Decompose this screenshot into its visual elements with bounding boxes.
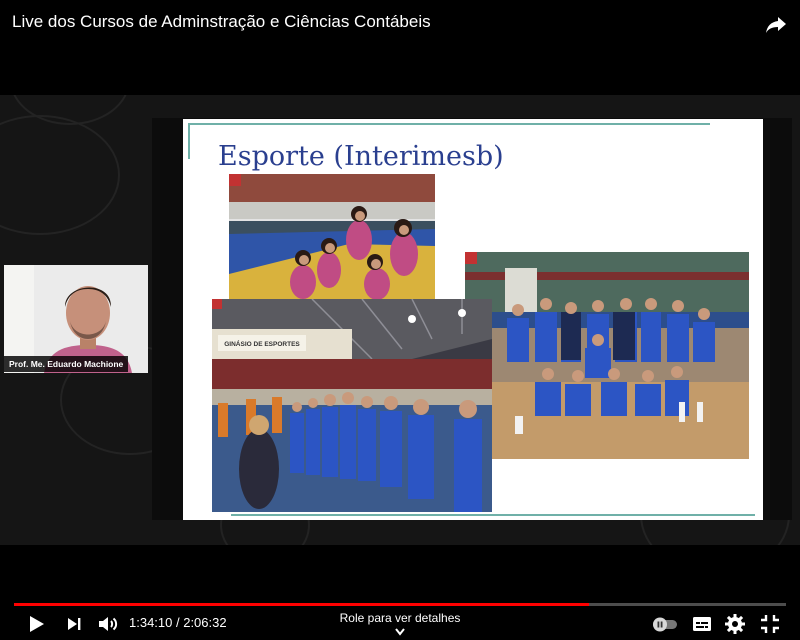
play-button[interactable] bbox=[24, 612, 48, 636]
current-time: 1:34:10 bbox=[129, 615, 173, 630]
photo-mens-team-posed bbox=[465, 252, 749, 459]
share-button[interactable] bbox=[764, 12, 788, 36]
time-separator: / bbox=[172, 615, 184, 630]
presentation-slide: Esporte (Interimesb) GINÁSIO DE ESPORTES bbox=[183, 119, 763, 520]
play-icon bbox=[30, 616, 44, 632]
exit-fullscreen-button[interactable] bbox=[758, 612, 782, 636]
autoplay-toggle[interactable] bbox=[651, 612, 679, 636]
background-swirl bbox=[0, 115, 120, 235]
slide-rule bbox=[188, 123, 190, 159]
photo-mens-team-lineup: GINÁSIO DE ESPORTES bbox=[212, 299, 492, 512]
duration: 2:06:32 bbox=[183, 615, 227, 630]
progress-bar[interactable] bbox=[14, 603, 786, 606]
video-title[interactable]: Live dos Cursos de Adminstração e Ciênci… bbox=[12, 12, 431, 32]
settings-gear-icon bbox=[725, 614, 745, 634]
progress-played bbox=[14, 603, 590, 606]
volume-icon bbox=[99, 617, 118, 631]
share-icon bbox=[766, 17, 786, 33]
slide-rule bbox=[188, 123, 710, 125]
slide-title: Esporte (Interimesb) bbox=[218, 141, 504, 172]
presenter-name-tag: Prof. Me. Eduardo Machione bbox=[4, 356, 129, 372]
autoplay-toggle-icon bbox=[653, 617, 677, 632]
exit-fullscreen-icon bbox=[761, 615, 779, 633]
video-top-bar: Live dos Cursos de Adminstração e Ciênci… bbox=[0, 0, 800, 48]
time-display: 1:34:10 / 2:06:32 bbox=[129, 615, 227, 630]
next-button[interactable] bbox=[62, 612, 86, 636]
gym-sign: GINÁSIO DE ESPORTES bbox=[224, 339, 300, 348]
chevron-down-icon[interactable] bbox=[394, 627, 406, 637]
volume-button[interactable] bbox=[96, 612, 120, 636]
settings-button[interactable] bbox=[723, 612, 747, 636]
subtitles-icon bbox=[693, 617, 711, 631]
slide-rule bbox=[231, 514, 755, 516]
details-hint[interactable]: Role para ver detalhes bbox=[300, 611, 500, 625]
next-icon bbox=[68, 618, 81, 630]
subtitles-button[interactable] bbox=[690, 612, 714, 636]
photo-womens-team bbox=[229, 174, 435, 299]
